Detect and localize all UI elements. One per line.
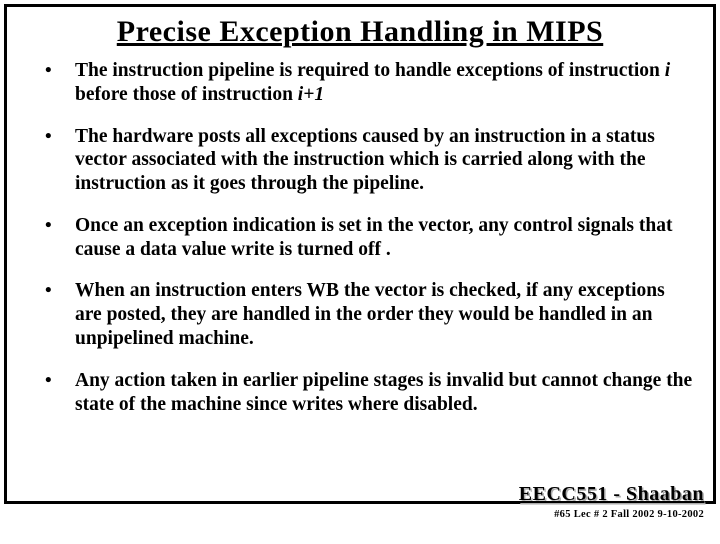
list-item: The instruction pipeline is required to … bbox=[55, 59, 693, 107]
list-item: When an instruction enters WB the vector… bbox=[55, 279, 693, 350]
bullet-text: Once an exception indication is set in t… bbox=[75, 215, 672, 260]
bullet-text: before those of instruction bbox=[75, 84, 298, 105]
course-label: EECC551 - Shaaban bbox=[519, 483, 704, 506]
bullet-em: i+1 bbox=[298, 84, 324, 105]
list-item: Once an exception indication is set in t… bbox=[55, 214, 693, 262]
list-item: The hardware posts all exceptions caused… bbox=[55, 125, 693, 196]
bullet-text: The hardware posts all exceptions caused… bbox=[75, 126, 655, 195]
bullet-list: The instruction pipeline is required to … bbox=[27, 59, 693, 416]
slide-meta: #65 Lec # 2 Fall 2002 9-10-2002 bbox=[519, 509, 704, 520]
slide-frame: Precise Exception Handling in MIPS The i… bbox=[4, 4, 716, 504]
bullet-em: i bbox=[665, 60, 670, 81]
bullet-text: When an instruction enters WB the vector… bbox=[75, 280, 665, 349]
slide-footer: EECC551 - Shaaban #65 Lec # 2 Fall 2002 … bbox=[519, 483, 704, 520]
bullet-text: Any action taken in earlier pipeline sta… bbox=[75, 370, 692, 415]
slide-title: Precise Exception Handling in MIPS bbox=[27, 15, 693, 49]
list-item: Any action taken in earlier pipeline sta… bbox=[55, 369, 693, 417]
bullet-text: The instruction pipeline is required to … bbox=[75, 60, 665, 81]
